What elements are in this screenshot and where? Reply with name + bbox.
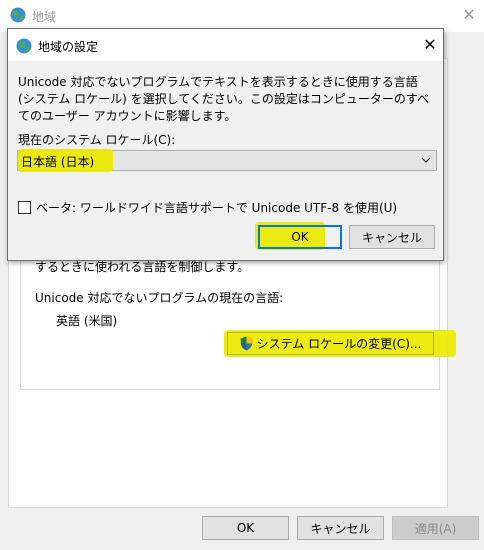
change-system-locale-button[interactable]: システム ロケールの変更(C)... [227,332,434,355]
chevron-down-icon [421,157,431,163]
current-language-value: 英語 (米国) [56,314,118,328]
close-icon[interactable]: ✕ [419,34,441,56]
uac-shield-icon [240,336,253,351]
ok-button[interactable]: OK [202,516,289,540]
dialog-cancel-button[interactable]: キャンセル [349,225,435,249]
globe-icon [10,7,26,23]
current-language-label: Unicode 対応でないプログラムの現在の言語: [35,291,284,305]
region-settings-dialog: 地域の設定 ✕ Unicode 対応でないプログラムでテキストを表示するときに使… [7,28,444,261]
utf8-beta-checkbox[interactable] [18,201,31,214]
system-locale-label: 現在のシステム ロケール(C): [18,133,176,147]
close-icon[interactable]: ✕ [458,4,480,26]
system-locale-dropdown[interactable]: 日本語 (日本) [17,149,437,172]
cancel-button[interactable]: キャンセル [297,516,384,540]
dialog-description: Unicode 対応でないプログラムでテキストを表示するときに使用する言語 (シ… [18,75,430,123]
system-locale-value: 日本語 (日本) [21,155,95,169]
apply-button: 適用(A) [392,516,479,540]
globe-icon [16,38,32,54]
change-locale-label: システム ロケールの変更(C)... [256,337,422,351]
background-window-title: 地域 [32,10,57,24]
dialog-title: 地域の設定 [38,40,99,54]
utf8-beta-label[interactable]: ベータ: ワールドワイド言語サポートで Unicode UTF-8 を使用(U) [36,199,397,216]
dialog-ok-button[interactable]: OK [258,225,342,249]
